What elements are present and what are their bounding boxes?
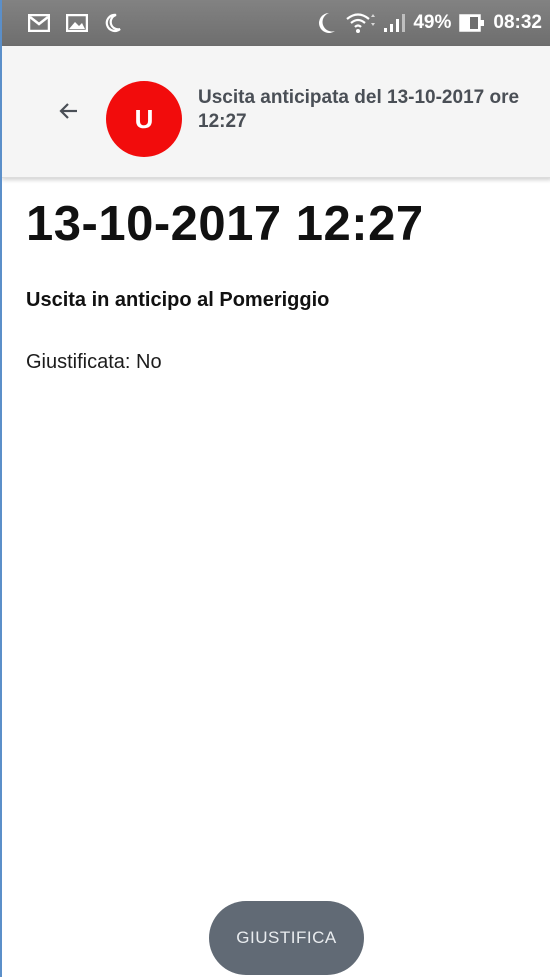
battery-percent: 49% xyxy=(413,12,452,33)
screen: 49% 08:32 U Uscita anticipata del 13-10-… xyxy=(0,0,550,977)
status-right-icons: 49% 08:32 xyxy=(315,11,542,35)
event-description: Uscita in anticipo al Pomeriggio xyxy=(26,289,330,311)
gmail-icon xyxy=(28,14,50,32)
status-bar: 49% 08:32 xyxy=(2,0,550,46)
back-button[interactable] xyxy=(48,90,90,132)
clock: 08:32 xyxy=(493,12,542,33)
moon-icon xyxy=(104,13,122,33)
event-date-time: 13-10-2017 12:27 xyxy=(26,197,424,251)
signal-icon xyxy=(383,13,406,33)
battery-icon xyxy=(459,14,485,32)
status-left-icons xyxy=(28,13,122,33)
justified-status: Giustificata: No xyxy=(26,351,162,373)
app-bar: U Uscita anticipata del 13-10-2017 ore 1… xyxy=(2,46,550,178)
avatar: U xyxy=(106,81,182,157)
wifi-icon xyxy=(345,11,376,35)
justify-button[interactable]: GIUSTIFICA xyxy=(209,901,364,975)
arrow-left-icon xyxy=(59,103,77,119)
do-not-disturb-moon-icon xyxy=(315,11,337,35)
image-icon xyxy=(66,14,88,32)
page-title: Uscita anticipata del 13-10-2017 ore 12:… xyxy=(198,87,520,132)
